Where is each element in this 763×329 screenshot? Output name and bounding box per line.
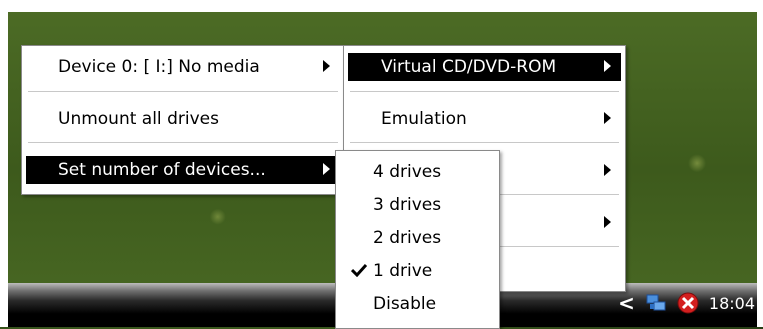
system-tray: < 18:04 — [618, 289, 755, 317]
daemon-tools-icon[interactable] — [677, 292, 699, 314]
menu-separator — [350, 91, 619, 92]
window-frame-top — [0, 0, 763, 12]
menu-item-disable[interactable]: Disable — [339, 288, 496, 320]
menu-item-device-0[interactable]: Device 0: [ I:] No media — [26, 53, 340, 81]
menu-item-label: 4 drives — [373, 162, 442, 182]
menu-item-label: Unmount all drives — [58, 109, 219, 129]
clock[interactable]: 18:04 — [709, 294, 755, 313]
menu-item-1-drive[interactable]: 1 drive — [339, 255, 496, 287]
menu-item-label: 2 drives — [373, 228, 442, 248]
menu-separator — [350, 142, 619, 143]
menu-item-virtual-cd-dvd-rom[interactable]: Virtual CD/DVD-ROM — [348, 53, 621, 81]
menu-item-label: Emulation — [381, 109, 467, 129]
context-menu-main: Device 0: [ I:] No media Unmount all dri… — [21, 45, 345, 195]
checkmark-icon — [351, 263, 367, 277]
submenu-arrow-icon — [323, 60, 330, 72]
menu-item-label: Disable — [373, 294, 437, 314]
menu-item-3-drives[interactable]: 3 drives — [339, 189, 496, 221]
network-icon[interactable] — [645, 292, 667, 314]
window-frame-left — [0, 0, 8, 327]
submenu-arrow-icon — [323, 163, 330, 175]
context-menu-device-count: 4 drives 3 drives 2 drives 1 drive Disab… — [335, 150, 500, 329]
menu-item-label: Device 0: [ I:] No media — [58, 57, 260, 77]
submenu-arrow-icon — [604, 112, 611, 124]
menu-item-set-number-of-devices[interactable]: Set number of devices... — [26, 156, 340, 184]
submenu-arrow-icon — [604, 164, 611, 176]
menu-item-label: Set number of devices... — [58, 160, 266, 180]
menu-item-2-drives[interactable]: 2 drives — [339, 222, 496, 254]
menu-item-unmount-all[interactable]: Unmount all drives — [26, 105, 340, 133]
menu-item-4-drives[interactable]: 4 drives — [339, 156, 496, 188]
submenu-arrow-icon — [604, 60, 611, 72]
menu-item-label: 3 drives — [373, 195, 442, 215]
menu-separator — [28, 91, 338, 92]
submenu-arrow-icon — [604, 216, 611, 228]
chevron-left-icon[interactable]: < — [618, 291, 635, 315]
menu-separator — [28, 142, 338, 143]
menu-item-emulation[interactable]: Emulation — [348, 105, 621, 133]
menu-item-label: Virtual CD/DVD-ROM — [381, 57, 557, 77]
window-frame-right — [757, 0, 763, 327]
